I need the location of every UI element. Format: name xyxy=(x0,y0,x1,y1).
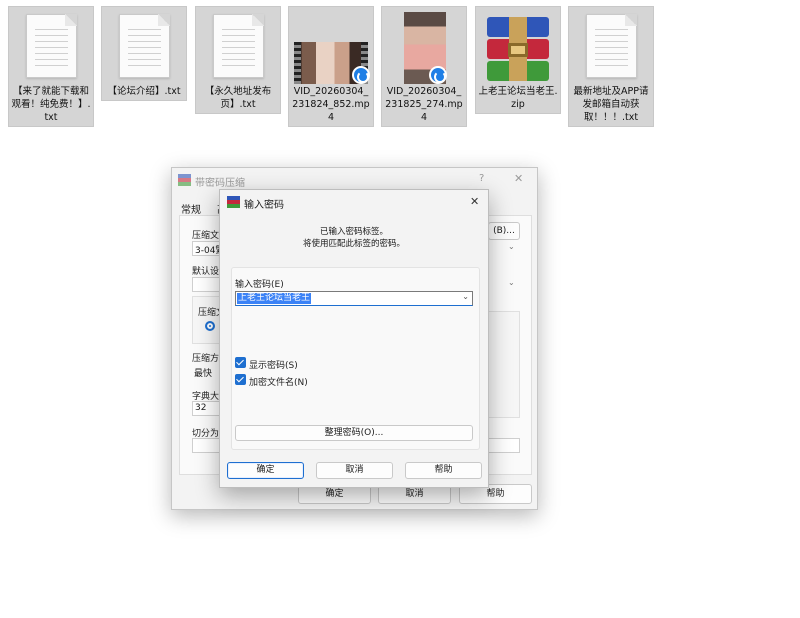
chevron-down-icon[interactable]: ⌄ xyxy=(508,242,520,255)
file-name: 最新地址及APP请发邮箱自动获取！！！.txt xyxy=(573,86,649,123)
chevron-down-icon[interactable]: ⌄ xyxy=(508,278,515,287)
password-value: 上老王论坛当老王 xyxy=(237,293,312,304)
chevron-down-icon[interactable]: ⌄ xyxy=(462,292,469,301)
show-password-label[interactable]: 显示密码(S) xyxy=(249,358,298,371)
password-label: 输入密码(E) xyxy=(235,280,284,290)
close-icon[interactable]: ✕ xyxy=(470,195,479,208)
file-tile[interactable]: 【永久地址发布页】.txt xyxy=(195,6,281,114)
file-name: VID_20260304_231825_274.mp4 xyxy=(385,86,463,123)
file-tile[interactable]: 上老王论坛当老王.zip xyxy=(475,6,561,114)
file-name: VID_20260304_231824_852.mp4 xyxy=(292,86,370,123)
browse-button[interactable]: (B)... xyxy=(488,222,520,240)
password-dialog: 输入密码 ✕ 已输入密码标签。 将使用匹配此标签的密码。 输入密码(E) 上老王… xyxy=(219,189,489,488)
info-line-2: 将使用匹配此标签的密码。 xyxy=(302,239,405,249)
file-tile[interactable]: VID_20260304_231824_852.mp4 xyxy=(288,6,374,127)
tab-general[interactable]: 常规 xyxy=(181,201,201,216)
file-name: 【永久地址发布页】.txt xyxy=(204,86,272,110)
file-tile[interactable]: 【来了就能下载和观看！纯免费！】.txt xyxy=(8,6,94,127)
options-group xyxy=(488,311,520,418)
file-tile[interactable]: 【论坛介绍】.txt xyxy=(101,6,187,101)
encrypt-filenames-checkbox[interactable] xyxy=(235,374,246,385)
video-player-icon xyxy=(352,66,370,84)
text-file-icon xyxy=(586,14,637,78)
cancel-button[interactable]: 取消 xyxy=(316,462,393,479)
archive-name-label: 压缩文 xyxy=(192,231,220,241)
close-icon[interactable]: ✕ xyxy=(514,172,523,185)
file-tile[interactable]: VID_20260304_231825_274.mp4 xyxy=(381,6,467,127)
dialog-title: 输入密码 xyxy=(244,200,284,211)
help-button[interactable]: 帮助 xyxy=(405,462,482,479)
method-value[interactable]: 最快 xyxy=(194,366,212,379)
organize-passwords-button[interactable]: 整理密码(O)... xyxy=(235,425,473,441)
file-tile[interactable]: 最新地址及APP请发邮箱自动获取！！！.txt xyxy=(568,6,654,127)
video-player-icon xyxy=(429,66,447,84)
show-password-checkbox[interactable] xyxy=(235,357,246,368)
file-name: 上老王论坛当老王.zip xyxy=(478,86,558,110)
text-file-icon xyxy=(213,14,264,78)
file-name: 【论坛介绍】.txt xyxy=(107,86,181,97)
password-input[interactable]: 上老王论坛当老王 ⌄ xyxy=(235,291,473,306)
help-icon[interactable]: ? xyxy=(479,173,484,184)
info-line-1: 已输入密码标签。 xyxy=(319,227,388,237)
text-file-icon xyxy=(26,14,77,78)
winrar-icon xyxy=(178,174,191,186)
dictionary-value: 32 xyxy=(195,403,207,413)
dialog-title: 带密码压缩 xyxy=(195,178,245,189)
encrypt-filenames-label[interactable]: 加密文件名(N) xyxy=(249,375,308,388)
text-file-icon xyxy=(119,14,170,78)
winrar-archive-icon xyxy=(487,17,549,81)
method-label: 压缩方 xyxy=(192,354,220,364)
split-unit-field[interactable] xyxy=(488,438,520,453)
format-radio[interactable] xyxy=(205,321,215,331)
file-name: 【来了就能下载和观看！纯免费！】.txt xyxy=(11,86,91,123)
default-settings-label: 默认设 xyxy=(192,267,220,277)
ok-button[interactable]: 确定 xyxy=(227,462,304,479)
winrar-icon xyxy=(227,196,240,208)
